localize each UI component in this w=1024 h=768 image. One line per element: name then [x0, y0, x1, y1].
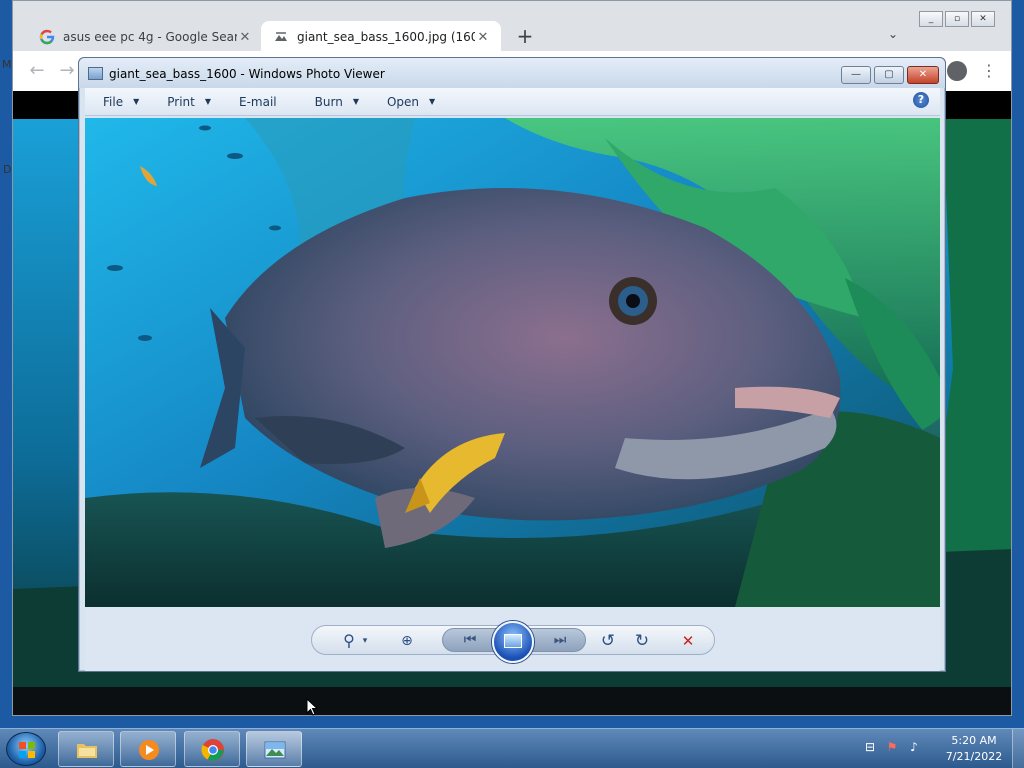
folder-icon — [77, 744, 97, 758]
zoom-icon[interactable]: ⚲ — [338, 630, 360, 652]
photo-viewer-app-icon — [88, 67, 103, 80]
chrome-minimize-button[interactable]: _ — [919, 11, 943, 27]
zoom-dropdown-icon[interactable]: ▾ — [360, 630, 370, 652]
maximize-button[interactable]: ▢ — [874, 66, 904, 84]
show-desktop-button[interactable] — [1012, 729, 1024, 768]
chrome-menu-icon[interactable]: ⋮ — [979, 59, 999, 83]
back-arrow-icon[interactable]: ← — [25, 59, 49, 83]
system-clock[interactable]: 5:20 AM 7/21/2022 — [940, 733, 1008, 765]
taskbar-app-chrome[interactable] — [184, 731, 240, 767]
dropdown-caret-icon: ▼ — [133, 97, 140, 106]
menu-label: Print — [167, 94, 195, 109]
close-tab-icon[interactable]: ✕ — [475, 29, 491, 45]
taskbar-app-media-player[interactable] — [120, 731, 176, 767]
minimize-button[interactable]: — — [841, 66, 871, 84]
background-letter: M — [2, 58, 12, 71]
chrome-tabstrip: asus eee pc 4g - Google Search ✕ giant_s… — [13, 1, 1011, 53]
menu-print[interactable]: Print ▼ — [149, 88, 221, 116]
media-player-icon — [139, 740, 159, 760]
taskbar-app-explorer[interactable] — [58, 731, 114, 767]
close-button[interactable]: ✕ — [907, 66, 939, 84]
photo-viewer-icon — [264, 741, 286, 759]
menu-label: E-mail — [239, 94, 277, 109]
tab-title: giant_sea_bass_1600.jpg (1600× — [297, 30, 475, 44]
chrome-close-button[interactable]: ✕ — [971, 11, 995, 27]
start-button[interactable] — [6, 732, 46, 766]
tab-giant-sea-bass[interactable]: giant_sea_bass_1600.jpg (1600× ✕ — [261, 21, 501, 53]
menu-label: File — [103, 94, 124, 109]
rotate-clockwise-icon[interactable]: ↻ — [630, 630, 654, 652]
tab-search-icon[interactable]: ⌄ — [883, 27, 903, 47]
forward-arrow-icon[interactable]: → — [55, 59, 79, 83]
image-file-icon — [273, 29, 289, 45]
menu-open[interactable]: Open ▼ — [369, 88, 445, 116]
previous-icon[interactable]: ⏮ — [457, 629, 483, 651]
chrome-window-controls: _ ▫ ✕ — [917, 11, 995, 27]
volume-icon[interactable]: ♪ — [906, 739, 922, 755]
clock-time: 5:20 AM — [951, 734, 997, 747]
system-tray: ⊟ ⚑ ♪ — [862, 739, 922, 755]
photo-viewer-menubar: File ▼ Print ▼ E-mail Burn ▼ Open ▼ — [85, 88, 940, 116]
google-g-icon — [39, 29, 55, 45]
taskbar: ⊟ ⚑ ♪ 5:20 AM 7/21/2022 — [0, 728, 1024, 768]
menu-label: Open — [386, 94, 420, 109]
windows-logo-icon — [19, 742, 35, 758]
taskbar-app-photo-viewer[interactable] — [246, 731, 302, 767]
tab-google-search[interactable]: asus eee pc 4g - Google Search ✕ — [27, 21, 263, 53]
flag-icon[interactable]: ⚑ — [884, 739, 900, 755]
menu-file[interactable]: File ▼ — [85, 88, 149, 116]
chrome-page-footer — [13, 687, 1011, 715]
control-bar: ⚲ ▾ ⊕ ⏮ ⏭ ↺ ↻ ✕ — [311, 621, 715, 663]
clock-date: 7/21/2022 — [945, 750, 1003, 763]
slideshow-button[interactable] — [492, 621, 534, 663]
menu-email[interactable]: E-mail — [221, 88, 287, 116]
menu-burn[interactable]: Burn ▼ — [287, 88, 369, 116]
close-tab-icon[interactable]: ✕ — [237, 29, 253, 45]
new-tab-button[interactable]: + — [513, 25, 537, 49]
menu-label: Burn — [314, 94, 343, 109]
dropdown-caret-icon: ▼ — [429, 97, 436, 106]
actual-size-icon[interactable]: ⊕ — [396, 630, 418, 652]
photo-display — [85, 118, 940, 607]
rotate-counterclockwise-icon[interactable]: ↺ — [596, 630, 620, 652]
next-icon[interactable]: ⏭ — [547, 629, 573, 651]
slideshow-icon — [504, 634, 522, 648]
tab-title: asus eee pc 4g - Google Search — [63, 30, 237, 44]
background-letter: D — [3, 163, 12, 176]
chrome-icon — [201, 739, 224, 761]
photo-viewer-window: giant_sea_bass_1600 - Windows Photo View… — [78, 57, 946, 672]
profile-avatar-icon[interactable] — [947, 61, 967, 81]
network-icon[interactable]: ⊟ — [862, 739, 878, 755]
photo-viewer-titlebar[interactable]: giant_sea_bass_1600 - Windows Photo View… — [79, 58, 945, 88]
delete-icon[interactable]: ✕ — [676, 630, 700, 652]
chrome-restore-button[interactable]: ▫ — [945, 11, 969, 27]
window-title: giant_sea_bass_1600 - Windows Photo View… — [109, 67, 385, 81]
dropdown-caret-icon: ▼ — [204, 97, 212, 106]
mouse-cursor-icon — [306, 698, 318, 716]
help-icon[interactable]: ? — [913, 92, 929, 108]
dropdown-caret-icon: ▼ — [352, 97, 359, 106]
photo-viewer-controls: ⚲ ▾ ⊕ ⏮ ⏭ ↺ ↻ ✕ — [85, 607, 940, 671]
